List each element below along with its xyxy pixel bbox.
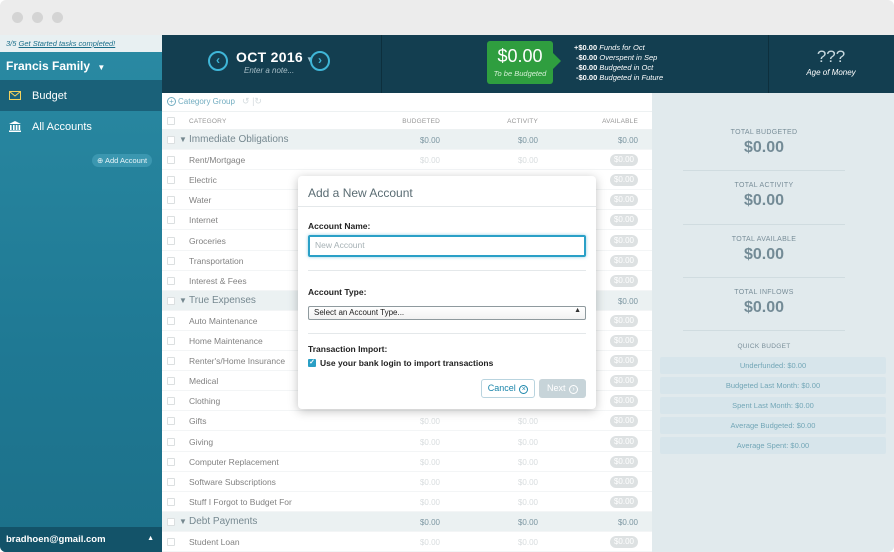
- to-be-budgeted-label: To be Budgeted: [493, 69, 547, 78]
- get-started-progress: 3/5: [6, 39, 17, 48]
- age-of-money-value: ???: [816, 47, 846, 66]
- header-divider: [381, 35, 382, 93]
- close-window-dot[interactable]: [12, 12, 23, 23]
- checkbox-checked-icon[interactable]: ✓: [308, 359, 316, 367]
- to-be-budgeted-box[interactable]: $0.00 To be Budgeted: [487, 41, 553, 84]
- age-of-money-label: Age of Money: [806, 68, 856, 77]
- prev-month-button[interactable]: ‹: [208, 51, 228, 71]
- budget-header: ‹ OCT 2016 ▼ Enter a note... › $0.00 To b…: [162, 35, 894, 93]
- arrow-right-circle-icon: ›: [569, 385, 579, 394]
- chevron-left-icon: ‹: [216, 53, 220, 67]
- sidebar-item-all-accounts[interactable]: All Accounts: [0, 111, 162, 142]
- breakdown-line: -$0.00 Overspent in Sep: [576, 53, 658, 62]
- next-label: Next: [546, 383, 566, 393]
- budget-name: Francis Family: [6, 59, 91, 73]
- current-month: OCT 2016: [236, 49, 303, 65]
- title-bar: [0, 0, 894, 35]
- account-name-label: Account Name:: [308, 221, 371, 231]
- get-started-link[interactable]: Get Started tasks completed!: [19, 39, 116, 48]
- minimize-window-dot[interactable]: [32, 12, 43, 23]
- account-type-label: Account Type:: [308, 287, 367, 297]
- get-started-banner[interactable]: 3/5 Get Started tasks completed!: [0, 35, 162, 52]
- chevron-down-icon: ▼: [97, 63, 106, 72]
- to-be-budgeted-arrow: [553, 53, 561, 69]
- import-label: Transaction Import:: [308, 344, 388, 354]
- close-circle-icon: ×: [519, 385, 529, 394]
- breakdown-line: -$0.00 Budgeted in Future: [576, 73, 664, 82]
- budget-switcher[interactable]: Francis Family ▼: [0, 52, 162, 80]
- app-window: 3/5 Get Started tasks completed! Francis…: [0, 0, 894, 552]
- budget-breakdown: +$0.00 Funds for Oct -$0.00 Overspent in…: [574, 43, 663, 83]
- chevron-right-icon: ›: [318, 53, 322, 67]
- account-name-placeholder: New Account: [315, 240, 365, 250]
- add-account-label: Add Account: [104, 156, 148, 165]
- import-checkbox-label: Use your bank login to import transactio…: [320, 358, 494, 368]
- sidebar-item-budget[interactable]: Budget: [0, 80, 162, 111]
- breakdown-line: +$0.00 Funds for Oct: [574, 43, 645, 52]
- next-button[interactable]: Next ›: [539, 379, 586, 398]
- add-account-button[interactable]: ⊕ Add Account: [92, 154, 153, 167]
- plus-circle-icon: ⊕: [97, 156, 104, 165]
- user-email: bradhoen@gmail.com: [6, 534, 106, 545]
- breakdown-line: -$0.00 Budgeted in Oct: [576, 63, 654, 72]
- select-arrows-icon: ▲: [574, 307, 581, 314]
- add-account-modal: Add a New Account Account Name: New Acco…: [298, 176, 596, 409]
- modal-title: Add a New Account: [308, 186, 413, 200]
- zoom-window-dot[interactable]: [52, 12, 63, 23]
- age-of-money: ??? Age of Money: [768, 47, 894, 77]
- month-selector[interactable]: OCT 2016 ▼: [236, 49, 314, 65]
- modal-divider: [308, 270, 586, 271]
- user-menu[interactable]: bradhoen@gmail.com ▲: [0, 527, 162, 552]
- sidebar-item-label: Budget: [32, 89, 67, 102]
- modal-divider: [308, 333, 586, 334]
- sidebar: 3/5 Get Started tasks completed! Francis…: [0, 35, 162, 552]
- next-month-button[interactable]: ›: [310, 51, 330, 71]
- cancel-button[interactable]: Cancel ×: [481, 379, 535, 398]
- account-type-selected: Select an Account Type...: [314, 308, 405, 317]
- bank-icon: [8, 121, 22, 133]
- month-note[interactable]: Enter a note...: [244, 66, 294, 75]
- caret-up-icon: ▲: [147, 535, 154, 542]
- cancel-label: Cancel: [487, 383, 516, 393]
- account-type-select[interactable]: Select an Account Type... ▲: [308, 306, 586, 320]
- modal-divider: [298, 206, 596, 207]
- import-checkbox-row[interactable]: ✓ Use your bank login to import transact…: [308, 358, 493, 368]
- sidebar-item-label: All Accounts: [32, 120, 92, 133]
- envelope-icon: [8, 90, 22, 102]
- to-be-budgeted-amount: $0.00: [497, 46, 543, 66]
- account-name-input[interactable]: New Account: [308, 235, 586, 257]
